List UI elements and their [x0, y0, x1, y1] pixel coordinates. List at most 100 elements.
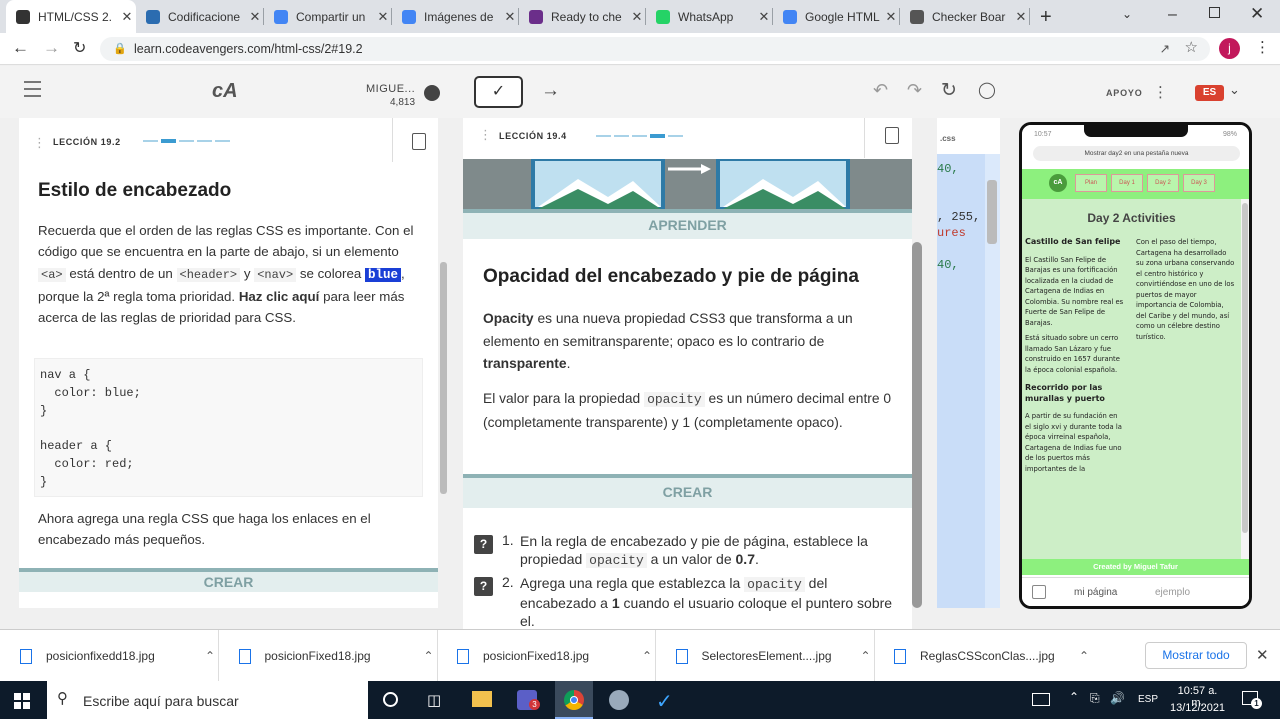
help-icon[interactable]: ? — [474, 535, 493, 554]
close-tab-icon[interactable]: ✕ — [501, 9, 519, 25]
tray-chevron-icon[interactable]: ⌃ — [1069, 690, 1079, 704]
language-flag[interactable]: ES — [1195, 85, 1224, 101]
clock-date[interactable]: 13/12/2021 — [1170, 702, 1225, 714]
forward-arrow-icon[interactable]: → — [43, 38, 60, 58]
next-arrow-icon[interactable]: → — [541, 80, 560, 102]
task-view-icon[interactable]: ◫ — [427, 691, 441, 709]
language-dropdown-icon[interactable]: ⌄ — [1229, 82, 1240, 98]
close-tab-icon[interactable]: ✕ — [755, 9, 773, 25]
chevron-up-icon[interactable]: ⌃ — [1079, 649, 1089, 663]
cortana-icon[interactable] — [383, 692, 398, 707]
priority-rules-link[interactable]: Haz clic aquí — [239, 289, 320, 304]
tab-example[interactable]: ejemplo — [1155, 587, 1190, 598]
download-item[interactable]: posicionFixed18.jpg ⌃ — [451, 630, 656, 682]
user-name[interactable]: MIGUE... — [366, 83, 415, 95]
close-tab-icon[interactable]: ✕ — [882, 9, 900, 25]
teams-icon[interactable]: 3 — [517, 690, 540, 710]
browser-tab[interactable]: Compartir un ✕ — [264, 0, 392, 33]
hint-lightbulb-icon[interactable]: ◯ — [978, 80, 996, 100]
user-avatar-icon[interactable] — [424, 85, 440, 101]
tab-search-icon[interactable]: ⌄ — [1122, 7, 1132, 21]
site-nav-link[interactable]: Plan — [1075, 174, 1107, 192]
taskbar-search-box[interactable]: ⚲ Escribe aquí para buscar — [47, 681, 368, 719]
support-link[interactable]: APOYO — [1106, 88, 1143, 98]
phone-scrollbar[interactable] — [1241, 199, 1249, 563]
share-icon[interactable]: ↗ — [1160, 37, 1170, 61]
lesson-title: Opacidad del encabezado y pie de página — [483, 266, 859, 287]
middle-panel-scrollbar[interactable] — [912, 242, 922, 608]
more-options-icon[interactable]: ⋮ — [1153, 83, 1168, 101]
close-tab-icon[interactable]: ✕ — [246, 9, 264, 25]
book-icon[interactable] — [1032, 585, 1046, 599]
show-all-button[interactable]: Mostrar todo — [1145, 642, 1247, 669]
browser-tab[interactable]: HTML/CSS 2. ✕ — [6, 0, 136, 33]
codeavengers-logo[interactable]: cA — [212, 80, 238, 103]
vscode-icon[interactable]: ✓ — [656, 689, 673, 714]
site-nav-link[interactable]: Day 1 — [1111, 174, 1143, 192]
browser-menu-icon[interactable]: ⋮ — [1255, 38, 1270, 56]
windows-start-icon[interactable] — [14, 693, 30, 709]
notes-icon[interactable] — [885, 127, 899, 144]
editor-tab-css[interactable]: .css — [940, 134, 956, 143]
chrome-taskbar-button[interactable] — [555, 681, 593, 719]
code-editor[interactable]: .css 40, , 255, ures 40, — [937, 118, 1000, 608]
site-nav-link[interactable]: Day 2 — [1147, 174, 1179, 192]
refresh-preview-icon[interactable]: ↻ — [941, 79, 957, 102]
site-heading: Day 2 Activities — [1087, 211, 1176, 225]
phone-address-bar[interactable]: Mostrar day2 en una pestaña nueva — [1033, 146, 1240, 161]
download-item[interactable]: posicionFixed18.jpg ⌃ — [233, 630, 438, 682]
notes-icon[interactable] — [412, 133, 426, 150]
keyboard-icon[interactable] — [1032, 693, 1050, 706]
code-opacity: opacity — [744, 577, 805, 592]
drag-handle-icon[interactable]: ⋮ — [33, 135, 46, 151]
close-window-button[interactable]: ✕ — [1250, 4, 1264, 24]
close-downloads-icon[interactable]: ✕ — [1256, 646, 1269, 664]
hamburger-menu-icon[interactable] — [24, 81, 41, 97]
chevron-up-icon[interactable]: ⌃ — [860, 649, 870, 663]
browser-tab[interactable]: Checker Boar ✕ — [900, 0, 1030, 33]
drag-handle-icon[interactable]: ⋮ — [479, 127, 492, 143]
redo-icon[interactable]: ↷ — [907, 80, 922, 101]
close-tab-icon[interactable]: ✕ — [628, 9, 646, 25]
browser-tab[interactable]: Google HTML ✕ — [773, 0, 900, 33]
new-tab-button[interactable]: + — [1040, 6, 1052, 29]
browser-tab[interactable]: Ready to che ✕ — [519, 0, 646, 33]
mountain-illustration — [531, 159, 850, 209]
file-explorer-icon[interactable] — [472, 691, 492, 707]
chevron-up-icon[interactable]: ⌃ — [423, 649, 433, 663]
site-nav-link[interactable]: Day 3 — [1183, 174, 1215, 192]
volume-icon[interactable]: 🔊 — [1110, 691, 1125, 705]
google-icon — [274, 9, 288, 24]
download-item[interactable]: SelectoresElement....jpg ⌃ — [670, 630, 875, 682]
browser-tab[interactable]: WhatsApp ✕ — [646, 0, 773, 33]
bookmark-star-icon[interactable]: ☆ — [1185, 36, 1198, 60]
minimize-button[interactable]: – — [1168, 6, 1177, 24]
tab-title: Ready to che — [551, 9, 622, 24]
close-tab-icon[interactable]: ✕ — [1012, 9, 1030, 25]
help-icon[interactable]: ? — [474, 577, 493, 596]
chevron-up-icon[interactable]: ⌃ — [642, 649, 652, 663]
editor-scrollbar[interactable] — [987, 180, 997, 244]
left-panel-scrollbar[interactable] — [440, 262, 447, 494]
tab-my-page[interactable]: mi página — [1074, 587, 1117, 598]
globe-icon — [910, 9, 924, 24]
browser-tab[interactable]: Imágenes de ✕ — [392, 0, 519, 33]
download-item[interactable]: posicionfixedd18.jpg ⌃ — [14, 630, 219, 682]
reload-icon[interactable]: ↻ — [73, 38, 86, 58]
restore-button[interactable] — [1209, 7, 1220, 18]
notifications-icon[interactable]: 1 — [1242, 691, 1262, 709]
download-item[interactable]: ReglasCSSconClas....jpg ⌃ — [888, 630, 1093, 682]
profile-avatar[interactable]: j — [1219, 38, 1240, 59]
back-arrow-icon[interactable]: ← — [12, 38, 29, 58]
code-line: } — [40, 403, 48, 418]
app-icon[interactable] — [609, 690, 629, 710]
close-tab-icon[interactable]: ✕ — [374, 9, 392, 25]
language-indicator[interactable]: ESP — [1138, 694, 1158, 705]
check-button[interactable]: ✓ — [474, 76, 523, 108]
network-icon[interactable]: ⎘ — [1090, 691, 1100, 706]
chevron-up-icon[interactable]: ⌃ — [205, 649, 215, 663]
undo-icon[interactable]: ↶ — [873, 80, 888, 101]
close-tab-icon[interactable]: ✕ — [118, 9, 136, 25]
browser-tab[interactable]: Codificacione ✕ — [136, 0, 264, 33]
address-bar[interactable]: 🔒 learn.codeavengers.com/html-css/2#19.2… — [100, 37, 1210, 61]
